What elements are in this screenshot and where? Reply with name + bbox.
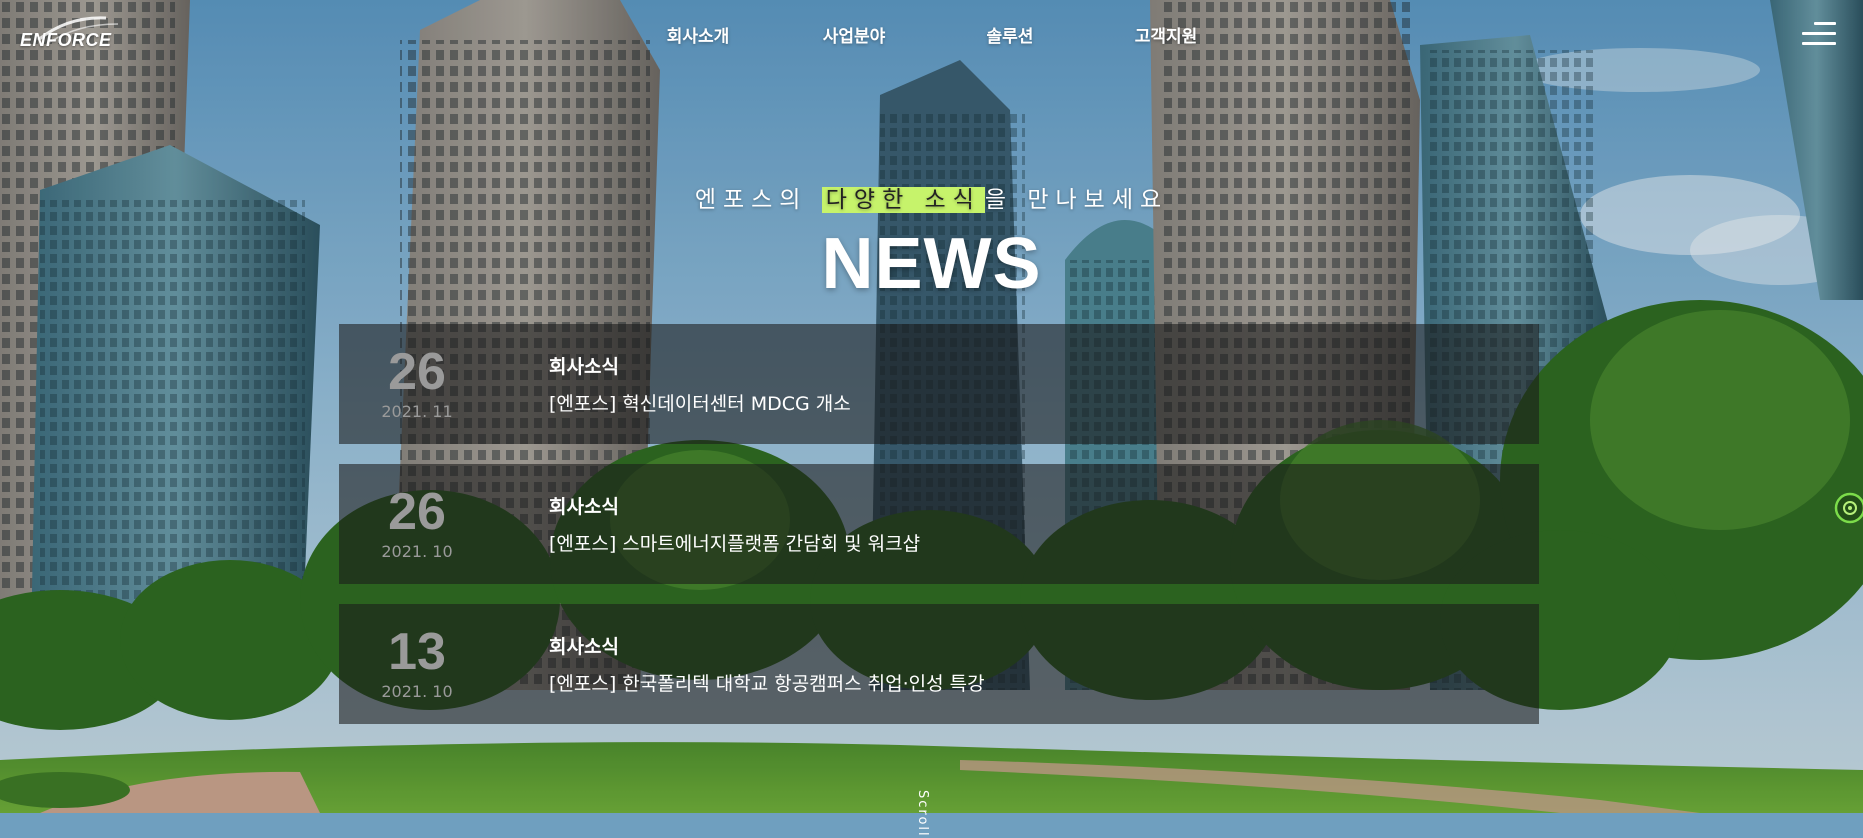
news-title[interactable]: [엔포스] 스마트에너지플랫폼 간담회 및 워크샵: [549, 529, 920, 556]
news-year-month: 2021. 11: [381, 402, 453, 421]
news-item[interactable]: 26 2021. 10 회사소식 [엔포스] 스마트에너지플랫폼 간담회 및 워…: [339, 464, 1539, 584]
news-day: 26: [388, 483, 446, 541]
subtitle-suffix: 을 만나보세요: [984, 187, 1169, 213]
hamburger-line: [1814, 22, 1836, 25]
news-list: 26 2021. 11 회사소식 [엔포스] 혁신데이터센터 MDCG 개소 2…: [339, 324, 1539, 744]
hamburger-line: [1802, 42, 1836, 45]
news-item[interactable]: 26 2021. 11 회사소식 [엔포스] 혁신데이터센터 MDCG 개소: [339, 324, 1539, 444]
scroll-hint: Scroll: [915, 790, 930, 838]
news-day: 13: [388, 623, 446, 681]
logo[interactable]: ENFORCE: [20, 14, 130, 54]
logo-text: ENFORCE: [20, 30, 112, 50]
news-date: 26 2021. 10: [339, 486, 495, 561]
site-header: ENFORCE 회사소개 사업분야 솔루션 고객지원: [0, 0, 1863, 70]
nav-item-support[interactable]: 고객지원: [1088, 22, 1244, 47]
news-date: 13 2021. 10: [339, 626, 495, 701]
news-category: 회사소식: [549, 636, 619, 658]
subtitle-highlight: 다양한 소식: [821, 187, 985, 213]
hamburger-line: [1802, 32, 1836, 35]
nav-item-business[interactable]: 사업분야: [776, 22, 932, 47]
target-icon[interactable]: [1834, 492, 1863, 524]
news-day: 26: [388, 343, 446, 401]
hamburger-menu-icon[interactable]: [1800, 20, 1836, 48]
news-title[interactable]: [엔포스] 한국폴리텍 대학교 항공캠퍼스 취업·인성 특강: [549, 669, 985, 696]
news-year-month: 2021. 10: [381, 542, 453, 561]
nav-item-solution[interactable]: 솔루션: [932, 22, 1088, 47]
news-category: 회사소식: [549, 356, 619, 378]
news-category: 회사소식: [549, 496, 619, 518]
news-year-month: 2021. 10: [381, 682, 453, 701]
news-item[interactable]: 13 2021. 10 회사소식 [엔포스] 한국폴리텍 대학교 항공캠퍼스 취…: [339, 604, 1539, 724]
subtitle-prefix: 엔포스의: [694, 187, 808, 213]
main-nav: 회사소개 사업분야 솔루션 고객지원: [620, 22, 1244, 47]
news-title[interactable]: [엔포스] 혁신데이터센터 MDCG 개소: [549, 389, 851, 416]
nav-item-company[interactable]: 회사소개: [620, 22, 776, 47]
news-subtitle: 엔포스의 다양한 소식 을 만나보세요: [0, 180, 1863, 214]
page-title: NEWS: [821, 224, 1042, 304]
news-intro: 엔포스의 다양한 소식 을 만나보세요 NEWS: [0, 180, 1863, 306]
news-date: 26 2021. 11: [339, 346, 495, 421]
